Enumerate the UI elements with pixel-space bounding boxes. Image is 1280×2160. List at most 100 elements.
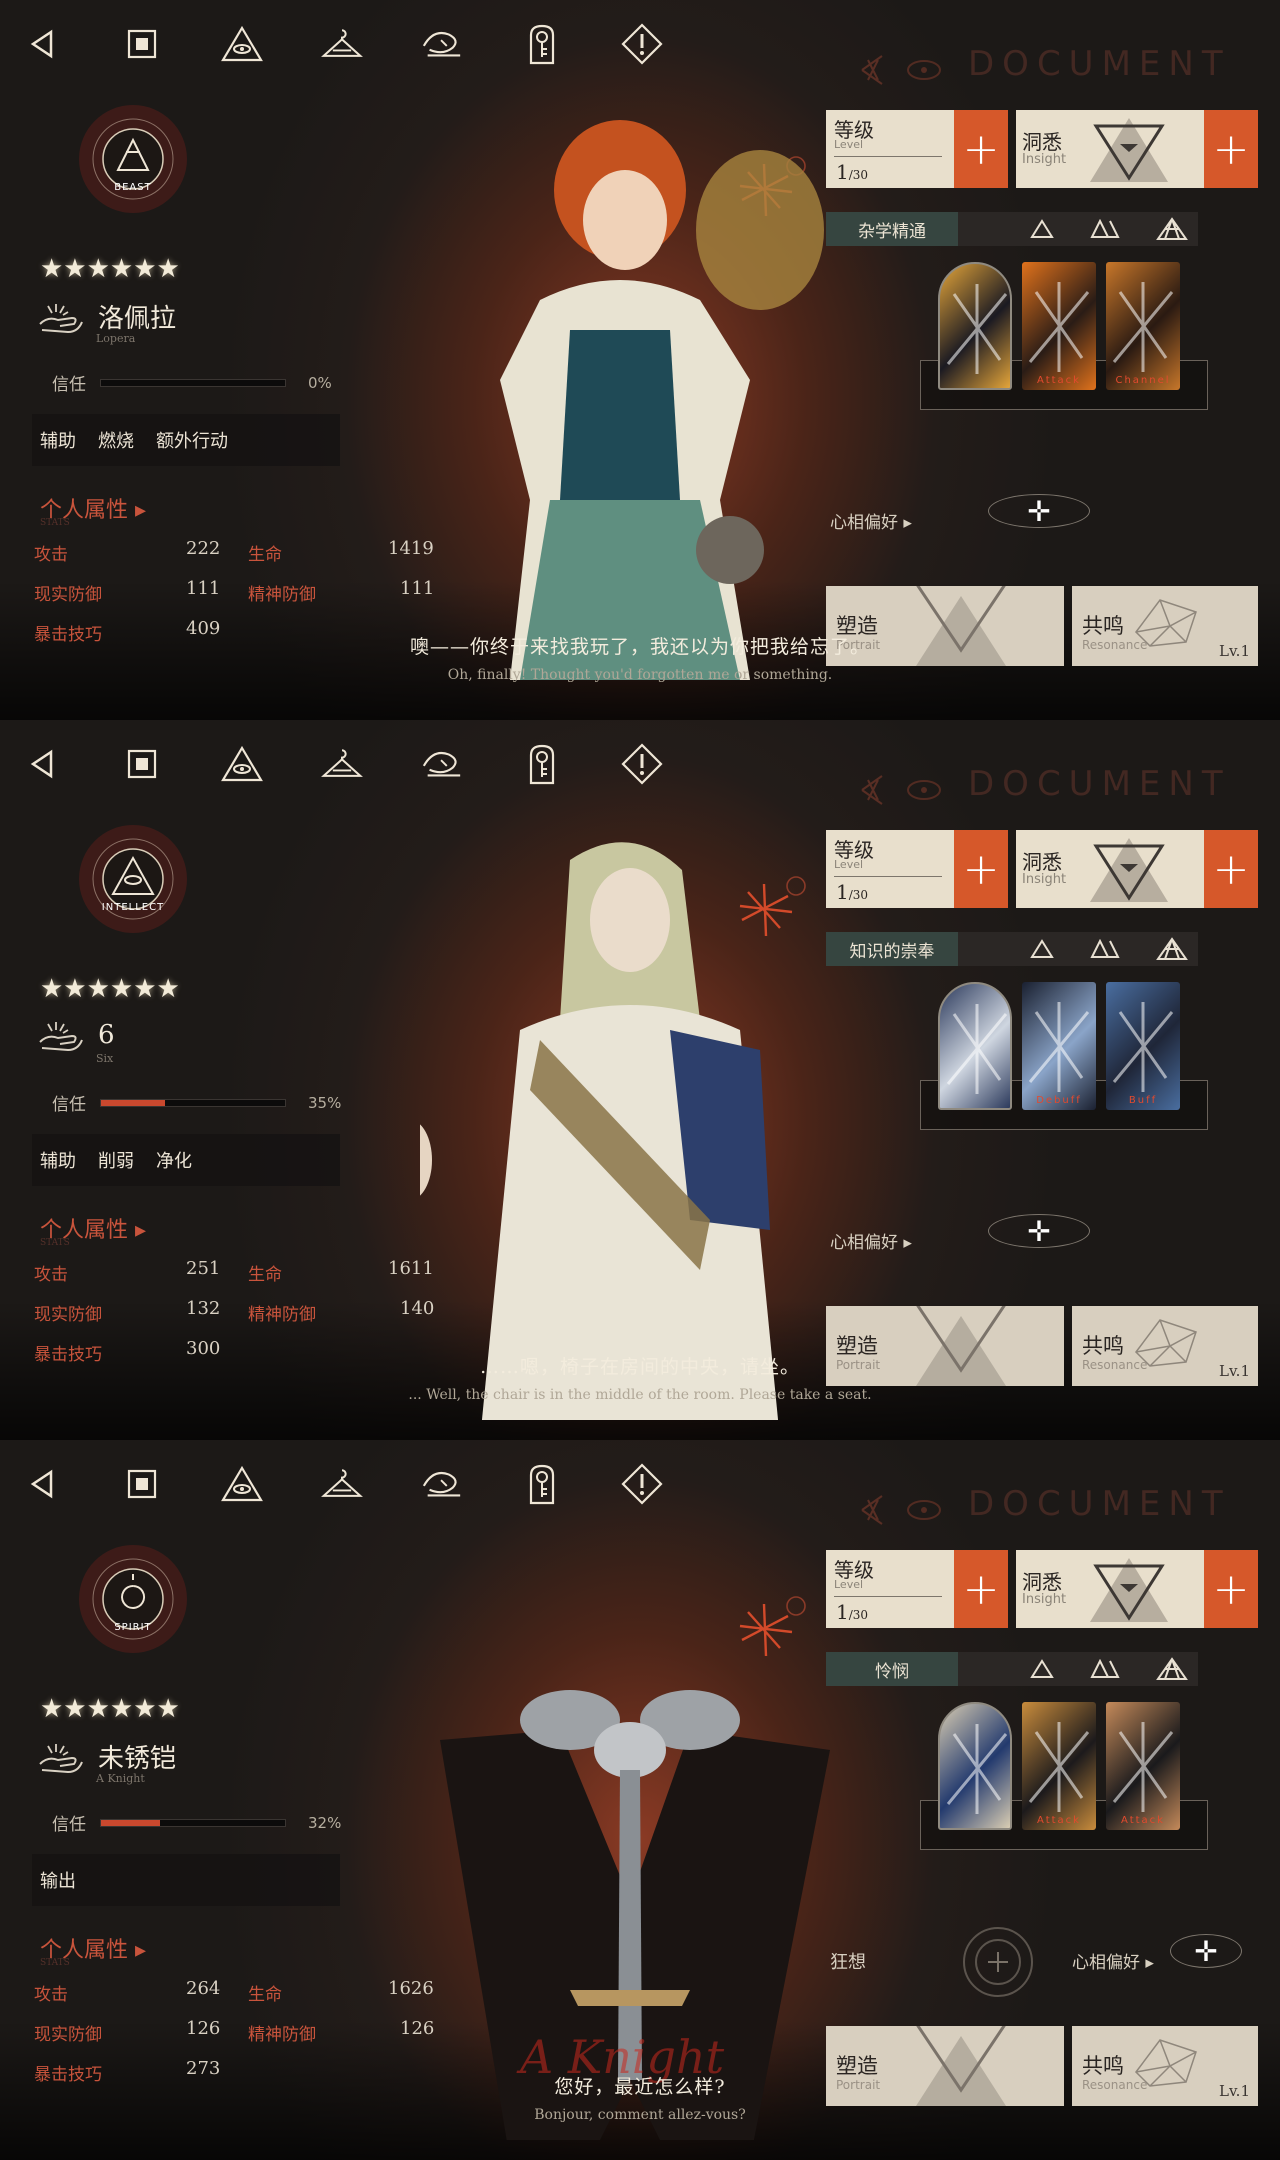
level-up-plus-icon[interactable]: + [954,110,1008,188]
card-label: Debuff [1036,1095,1082,1106]
stop-icon[interactable] [120,740,164,788]
level-current: 1 [836,880,849,904]
stop-icon[interactable] [120,20,164,68]
psychube-add-button[interactable]: ✛ [988,1214,1090,1248]
skill-card-3[interactable]: Attack [1106,1702,1180,1830]
skill-card-2[interactable]: Attack [1022,1702,1096,1830]
bond-icon[interactable] [420,1460,464,1508]
level-value: 1/30 [836,1600,868,1624]
top-toolbar [20,20,664,68]
stats-section-button[interactable]: 个人属性 ▸ STATS [40,1932,146,1968]
tier-1-icon[interactable] [1030,1659,1054,1679]
bond-icon[interactable] [420,20,464,68]
insight-label: 洞悉 [1022,850,1062,874]
mental-def-value: 140 [400,1298,435,1319]
stats-section-button[interactable]: 个人属性 ▸ STATS [40,492,146,528]
stats-section-sub: STATS [40,518,70,528]
insight-plus-icon[interactable]: + [1204,830,1258,908]
afflatus-hand-icon [39,1743,83,1773]
level-value: 1/30 [836,160,868,184]
tier-3-icon[interactable] [1156,217,1188,241]
level-button[interactable]: 等级 Level 1/30 + [826,110,1008,188]
class-emblem: INTELLECT [78,824,188,934]
level-button[interactable]: 等级 Level 1/30 + [826,830,1008,908]
key-file-icon[interactable] [520,20,564,68]
tier-3-icon[interactable] [1156,1657,1188,1681]
level-button[interactable]: 等级 Level 1/30 + [826,1550,1008,1628]
card-art-icon [1112,1722,1174,1812]
skill-name-tab[interactable]: 知识的崇奉 [826,932,958,966]
eye-pyramid-icon[interactable] [220,20,264,68]
stat-hp: 生命 1419 [248,538,434,565]
back-icon[interactable] [20,1460,64,1508]
hanger-icon[interactable] [320,20,364,68]
warning-icon[interactable] [620,20,664,68]
skill-card-3[interactable]: Channel [1106,262,1180,390]
insight-plus-icon[interactable]: + [1204,1550,1258,1628]
emblem-label: INTELLECT [101,902,165,913]
voice-line-en: Bonjour, comment allez-vous? [534,2107,746,2123]
stats-section-button[interactable]: 个人属性 ▸ STATS [40,1212,146,1248]
skill-card-1[interactable] [938,262,1012,390]
tier-3-icon[interactable] [1156,937,1188,961]
afflatus-hand-icon [39,1022,83,1052]
trust-bar [100,1098,286,1107]
skill-card-3[interactable]: Buff [1106,982,1180,1110]
rarity-stars: ★★★★★★ [40,974,180,1004]
stop-icon[interactable] [120,1460,164,1508]
eye-pyramid-icon[interactable] [220,740,264,788]
hanger-icon[interactable] [320,1460,364,1508]
eye-pyramid-icon[interactable] [220,1460,264,1508]
top-toolbar [20,1460,664,1508]
back-icon[interactable] [20,20,64,68]
mental-def-value: 126 [400,2018,435,2039]
trust-bar [100,1818,286,1827]
trust-row: 信任 0% [52,370,332,396]
insight-plus-icon[interactable]: + [1204,110,1258,188]
tier-1-icon[interactable] [1030,939,1054,959]
role-tag: 输出 [40,1871,76,1892]
skill-card-1[interactable] [938,982,1012,1110]
key-file-icon[interactable] [520,740,564,788]
hp-value: 1419 [388,538,434,559]
tier-2-icon[interactable] [1090,1659,1120,1679]
level-up-plus-icon[interactable]: + [954,1550,1008,1628]
key-file-icon[interactable] [520,1460,564,1508]
attack-value: 222 [186,538,221,559]
card-art-icon [1028,1722,1090,1812]
warning-icon[interactable] [620,1460,664,1508]
skill-card-1[interactable] [938,1702,1012,1830]
character-name-en: Six [96,1052,114,1065]
bond-icon[interactable] [420,740,464,788]
euphoria-dial-icon[interactable] [958,1922,1038,2002]
reality-def-value: 132 [186,1298,221,1319]
back-icon[interactable] [20,740,64,788]
tier-1-icon[interactable] [1030,219,1054,239]
skill-name-tab[interactable]: 杂学精通 [826,212,958,246]
voice-line-zh: 您好，最近怎么样? [554,2076,726,2098]
insight-button[interactable]: 洞悉 Insight + [1016,110,1258,188]
psychube-add-button[interactable]: ✛ [1170,1934,1242,1968]
skill-name-tab[interactable]: 怜悯 [826,1652,958,1686]
voice-line-zh: 噢——你终于来找我玩了，我还以为你把我给忘了。 [409,636,870,658]
skill-card-2[interactable]: Debuff [1022,982,1096,1110]
card-art-icon [946,1724,1008,1814]
tier-2-icon[interactable] [1090,939,1120,959]
insight-button[interactable]: 洞悉 Insight + [1016,1550,1258,1628]
hanger-icon[interactable] [320,740,364,788]
class-emblem: SPIRIT [78,1544,188,1654]
skill-cards: Attack Channel [920,262,1208,410]
psychube-add-button[interactable]: ✛ [988,494,1090,528]
insight-button[interactable]: 洞悉 Insight + [1016,830,1258,908]
card-label: Attack [1037,375,1081,386]
character-name-en: Lopera [96,332,136,345]
skill-tiers [1030,932,1188,966]
stat-hp: 生命 1611 [248,1258,434,1285]
warning-icon[interactable] [620,740,664,788]
level-up-plus-icon[interactable]: + [954,830,1008,908]
tier-2-icon[interactable] [1090,219,1120,239]
skill-card-2[interactable]: Attack [1022,262,1096,390]
hp-label: 生命 [248,545,282,565]
stat-mental-def: 精神防御 126 [248,2018,434,2045]
mental-def-label: 精神防御 [248,585,316,605]
